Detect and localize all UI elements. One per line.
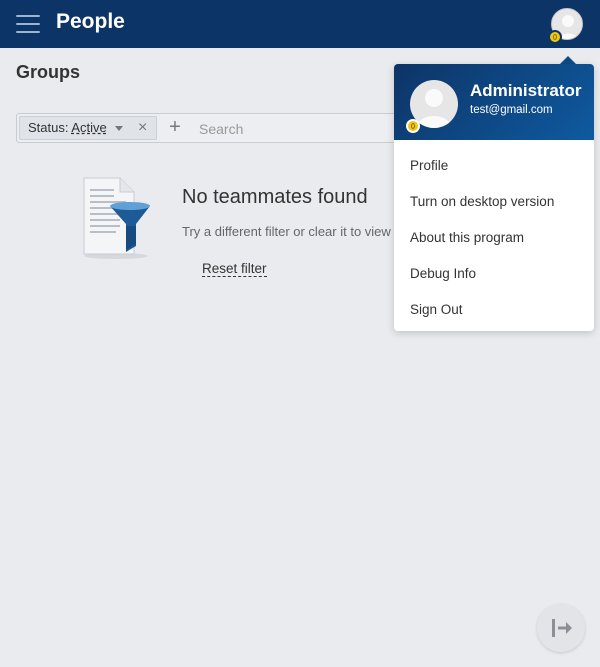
menu-item-sign-out[interactable]: Sign Out xyxy=(394,292,594,328)
profile-header: Administrator test@gmail.com xyxy=(394,64,594,140)
add-filter-button[interactable]: + xyxy=(163,116,187,140)
reset-filter-link[interactable]: Reset filter xyxy=(202,261,267,277)
status-filter-chip[interactable]: Status: Active × xyxy=(19,116,157,140)
filter-bar: Status: Active × + xyxy=(16,113,436,143)
menu-item-profile[interactable]: Profile xyxy=(394,148,594,184)
status-filter-label: Status: xyxy=(28,120,69,135)
empty-state-title: No teammates found xyxy=(182,186,368,208)
status-badge-icon xyxy=(548,30,562,44)
empty-state-description: Try a different filter or clear it to vi… xyxy=(182,224,392,239)
profile-name: Administrator xyxy=(470,81,582,100)
menu-item-debug-info[interactable]: Debug Info xyxy=(394,256,594,292)
chevron-down-icon[interactable] xyxy=(115,126,124,132)
status-filter-value[interactable]: Active xyxy=(71,120,106,135)
hamburger-icon[interactable] xyxy=(16,12,40,36)
profile-dropdown: Administrator test@gmail.com Profile Tur… xyxy=(394,64,594,331)
logout-button[interactable] xyxy=(537,604,585,652)
app-title: People xyxy=(56,10,125,33)
menu-item-desktop-version[interactable]: Turn on desktop version xyxy=(394,184,594,220)
menu-item-about[interactable]: About this program xyxy=(394,220,594,256)
top-bar: People xyxy=(0,0,600,48)
profile-email: test@gmail.com xyxy=(470,104,553,116)
logout-icon xyxy=(552,619,572,637)
page-title: Groups xyxy=(16,62,81,82)
close-icon[interactable]: × xyxy=(138,117,147,139)
profile-status-badge-icon xyxy=(406,119,420,133)
document-filter-icon xyxy=(80,176,152,260)
